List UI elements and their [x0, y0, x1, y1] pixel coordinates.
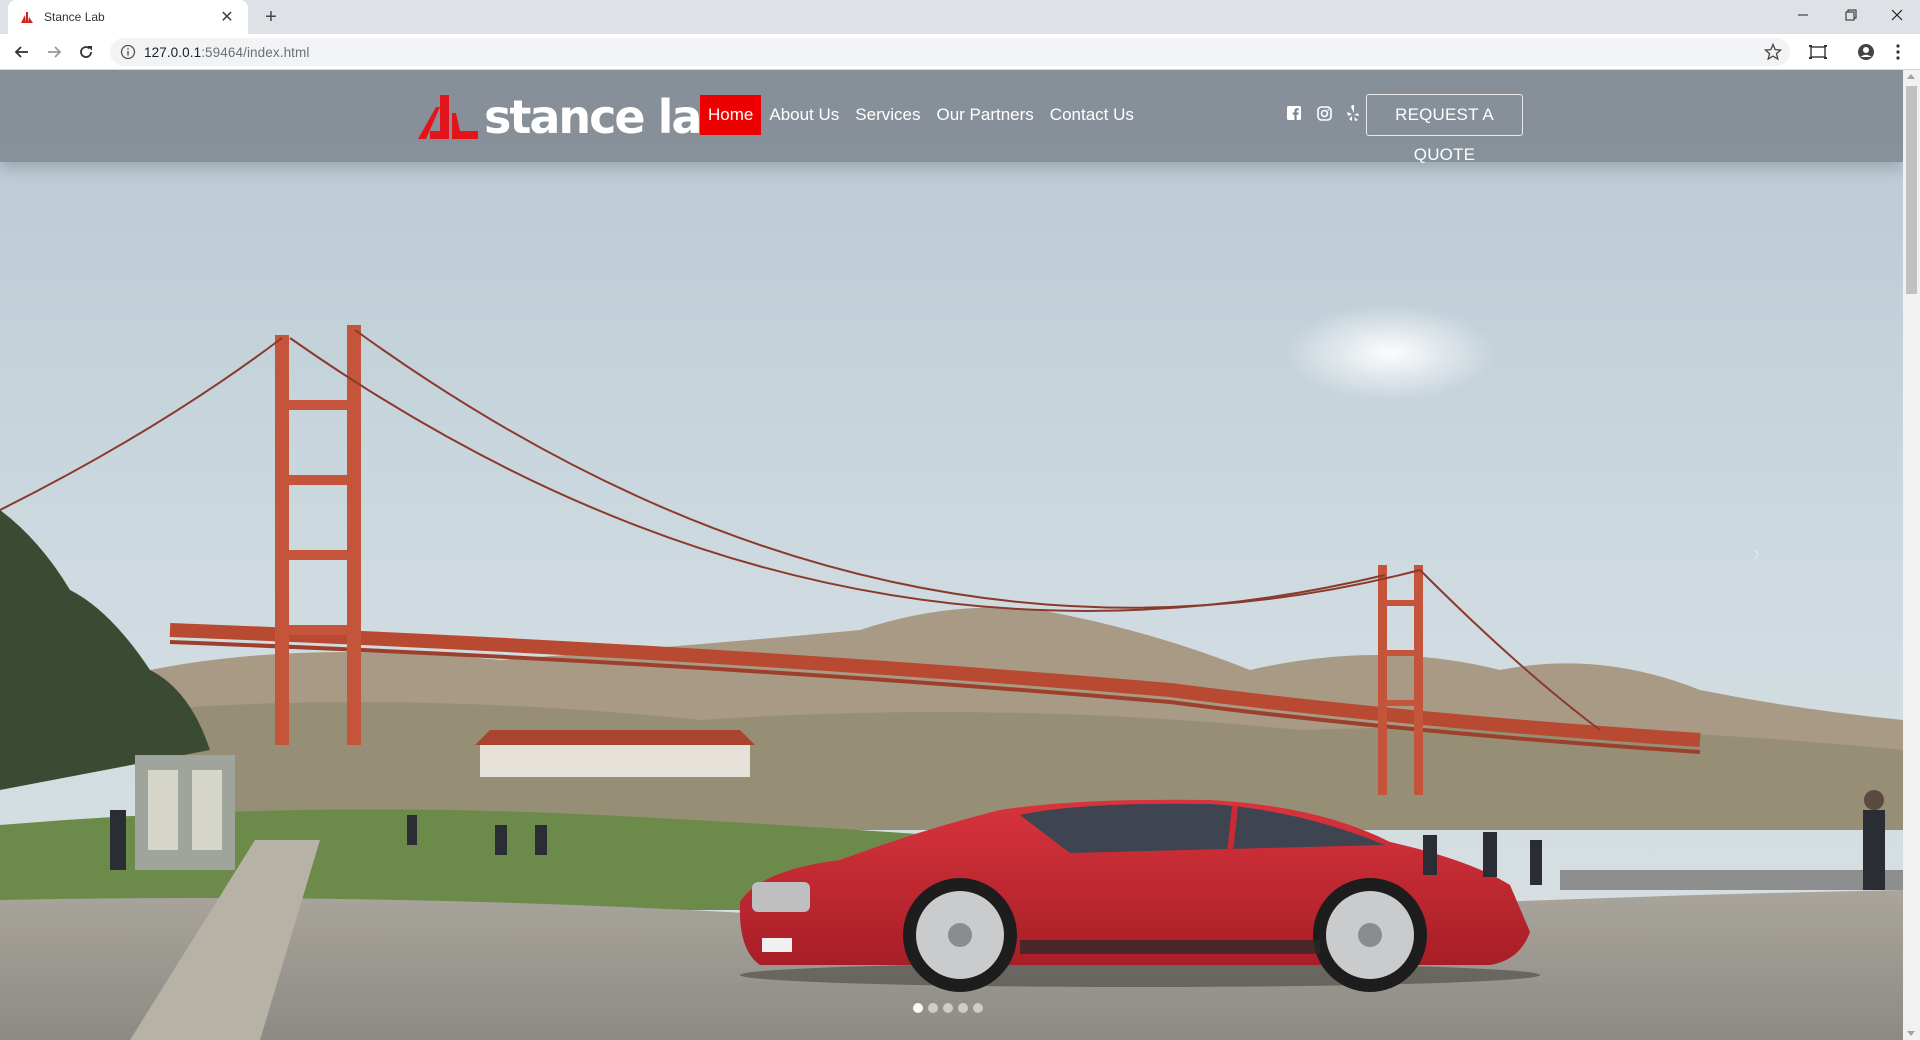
carousel-indicators	[913, 1003, 983, 1013]
back-arrow-icon[interactable]	[8, 38, 36, 66]
minimize-icon[interactable]	[1780, 0, 1826, 30]
request-quote-button[interactable]: REQUEST A QUOTE	[1366, 94, 1523, 164]
hero-slide-image	[0, 70, 1903, 1040]
logo-wordmark: stance lab	[484, 90, 733, 144]
carousel-dot[interactable]	[928, 1003, 938, 1013]
profile-icon[interactable]	[1856, 42, 1876, 62]
reload-icon[interactable]	[72, 38, 100, 66]
address-bar[interactable]: 127.0.0.1:59464/index.html	[110, 38, 1790, 66]
nav-home[interactable]: Home	[700, 95, 762, 135]
scrollbar-thumb[interactable]	[1906, 86, 1917, 294]
stance-lab-logo[interactable]: stance lab	[418, 90, 733, 144]
forward-arrow-icon[interactable]	[40, 38, 68, 66]
carousel-dot[interactable]	[973, 1003, 983, 1013]
url-text: 127.0.0.1:59464/index.html	[144, 45, 309, 60]
carousel-dot[interactable]	[943, 1003, 953, 1013]
instagram-icon[interactable]	[1315, 104, 1333, 122]
carousel-dot[interactable]	[913, 1003, 923, 1013]
page-viewport: stance lab Home About Us Services Our Pa…	[0, 70, 1903, 1040]
browser-tab-strip: Stance Lab ✕ +	[0, 0, 1920, 34]
nav-contact-us[interactable]: Contact Us	[1042, 95, 1142, 135]
restore-icon[interactable]	[1828, 0, 1874, 30]
close-window-icon[interactable]	[1874, 0, 1920, 30]
new-tab-icon[interactable]: +	[258, 4, 284, 30]
site-header: stance lab Home About Us Services Our Pa…	[0, 70, 1903, 164]
scroll-up-arrow-icon[interactable]	[1907, 74, 1915, 79]
browser-toolbar: 127.0.0.1:59464/index.html	[0, 34, 1920, 70]
site-info-icon[interactable]	[120, 44, 136, 60]
tab-close-icon[interactable]: ✕	[218, 7, 236, 27]
browser-tab[interactable]: Stance Lab ✕	[8, 0, 248, 34]
carousel-next-arrow-icon[interactable]: ›	[1753, 540, 1760, 566]
url-host: 127.0.0.1	[144, 44, 202, 60]
page-scrollbar[interactable]	[1903, 70, 1920, 1040]
facebook-icon[interactable]	[1285, 104, 1303, 122]
cast-icon[interactable]	[1808, 42, 1828, 62]
url-path: :59464/index.html	[201, 44, 310, 60]
tab-title: Stance Lab	[44, 10, 105, 24]
stance-lab-logo-icon	[418, 95, 478, 139]
nav-our-partners[interactable]: Our Partners	[928, 95, 1041, 135]
stance-lab-favicon-icon	[21, 12, 33, 23]
bookmark-star-icon[interactable]	[1764, 43, 1782, 61]
carousel-dot[interactable]	[958, 1003, 968, 1013]
nav-about-us[interactable]: About Us	[761, 95, 847, 135]
scroll-down-arrow-icon[interactable]	[1907, 1031, 1915, 1036]
main-nav: Home About Us Services Our Partners Cont…	[700, 95, 1142, 135]
nav-services[interactable]: Services	[847, 95, 928, 135]
yelp-icon[interactable]	[1344, 104, 1362, 122]
menu-kebab-icon[interactable]	[1888, 42, 1908, 62]
